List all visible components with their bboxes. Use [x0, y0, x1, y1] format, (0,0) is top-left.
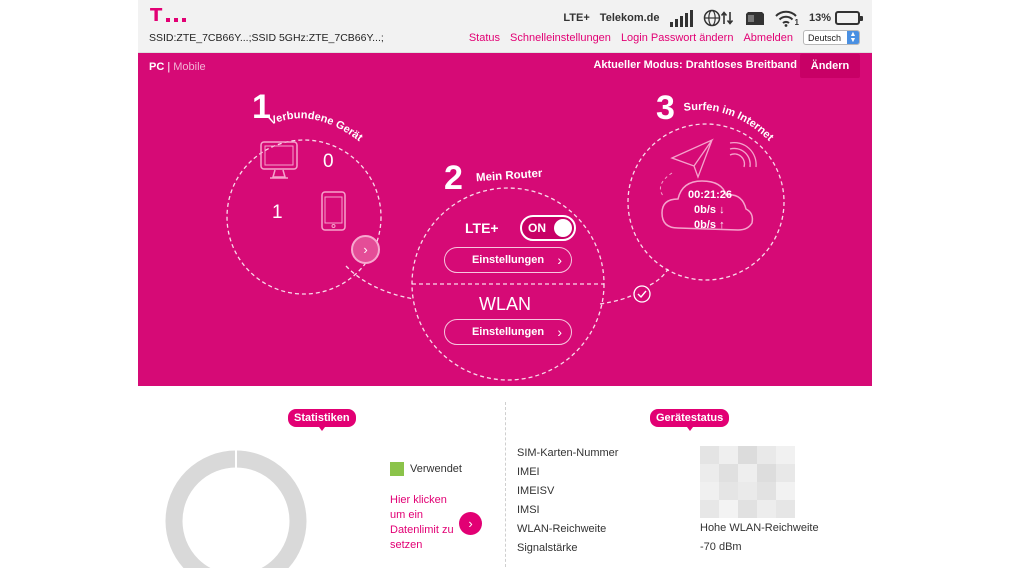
- logo-dot: [182, 18, 187, 22]
- lower-section: Statistiken Verwendet Hier klicken um ei…: [138, 386, 872, 568]
- battery-percent: 13%: [808, 12, 831, 24]
- chevron-right-icon: ›: [557, 252, 562, 268]
- status-label: SIM-Karten-Nummer: [517, 447, 619, 459]
- language-select[interactable]: Deutsch ▲ ▼: [803, 30, 860, 45]
- chevron-right-icon: ›: [557, 324, 562, 340]
- top-header: T SSID:ZTE_7CB66Y...;SSID 5GHz:ZTE_7CB66…: [138, 0, 872, 53]
- data-limit-button[interactable]: ›: [459, 512, 482, 535]
- status-label: IMEISV: [517, 485, 555, 497]
- upload-rate: 0b/s ↑: [694, 219, 725, 231]
- logo-dot: [174, 18, 179, 22]
- nav-login-password[interactable]: Login Passwort ändern: [621, 32, 734, 44]
- lte-label: LTE+: [465, 220, 499, 236]
- nav-status[interactable]: Status: [469, 32, 500, 44]
- used-legend-label: Verwendet: [410, 463, 462, 475]
- language-value: Deutsch: [808, 32, 842, 43]
- wlan-range-value: Hohe WLAN-Reichweite: [700, 522, 819, 534]
- telekom-logo[interactable]: T: [150, 5, 187, 26]
- devices-title: Verbundene Gerät: [268, 109, 365, 144]
- wlan-settings-label: Einstellungen: [471, 326, 545, 338]
- data-limit-link[interactable]: Hier klicken um ein Datenlimit zu setzen: [390, 493, 460, 553]
- logo-dot: [166, 18, 171, 22]
- mobile-phone-icon: [321, 191, 346, 231]
- status-icons: LTE+ Telekom.de 1 13%: [563, 7, 863, 29]
- dashboard-band: PC | Mobile Aktueller Modus: Drahtloses …: [138, 53, 872, 386]
- svg-text:Verbundene Gerät: Verbundene Gerät: [268, 109, 365, 144]
- mobile-device-count: 1: [272, 202, 283, 223]
- sim-card-icon: [745, 11, 764, 25]
- signal-strength-icon: [669, 9, 693, 27]
- internet-globe-icon: [703, 9, 733, 27]
- wifi-status: 1: [774, 10, 799, 27]
- wifi-clients-count: 1: [794, 17, 799, 27]
- wifi-icon: [774, 10, 797, 27]
- toggle-knob: [554, 219, 572, 237]
- section-1-number: 1: [252, 88, 271, 126]
- status-label: Signalstärke: [517, 542, 578, 554]
- top-navigation: Status Schnelleinstellungen Login Passwo…: [469, 30, 860, 45]
- provider-name: Telekom.de: [599, 12, 660, 24]
- status-label: IMEI: [517, 466, 540, 478]
- section-3-number: 3: [656, 89, 675, 127]
- status-label: IMSI: [517, 504, 540, 516]
- wlan-settings-button[interactable]: Einstellungen ›: [444, 319, 572, 345]
- pc-monitor-icon: [260, 141, 298, 179]
- network-type: LTE+: [563, 12, 590, 24]
- ssid-info: SSID:ZTE_7CB66Y...;SSID 5GHz:ZTE_7CB66Y.…: [149, 32, 384, 44]
- battery-status: 13%: [808, 11, 863, 25]
- usage-legend: Verwendet: [390, 462, 462, 476]
- device-status-tag: Gerätestatus: [650, 409, 730, 431]
- statistics-tag: Statistiken: [288, 409, 356, 431]
- chevron-right-icon: ›: [468, 516, 473, 531]
- toggle-state: ON: [528, 221, 546, 235]
- status-label: WLAN-Reichweite: [517, 523, 607, 535]
- section-divider: [505, 402, 506, 568]
- logo-t: T: [150, 5, 163, 26]
- download-rate: 0b/s ↓: [694, 204, 725, 216]
- router-web-ui: T SSID:ZTE_7CB66Y...;SSID 5GHz:ZTE_7CB66…: [138, 0, 872, 568]
- used-swatch: [390, 462, 404, 476]
- device-status-labels: SIM-Karten-Nummer IMEI IMEISV IMSI WLAN-…: [517, 446, 618, 560]
- battery-icon: [835, 11, 863, 25]
- select-arrows-icon: ▲ ▼: [847, 31, 859, 44]
- connected-check-icon: [633, 285, 651, 303]
- pc-device-count: 0: [323, 151, 334, 172]
- signal-strength-value: -70 dBm: [700, 541, 742, 553]
- chevron-right-icon: ›: [363, 242, 368, 257]
- nav-logout[interactable]: Abmelden: [743, 32, 793, 44]
- lte-toggle[interactable]: ON: [520, 215, 576, 241]
- wlan-label: WLAN: [479, 294, 532, 314]
- data-usage-donut: [165, 450, 307, 568]
- device-status-values: Hohe WLAN-Reichweite -70 dBm: [700, 521, 819, 559]
- nav-quick-settings[interactable]: Schnelleinstellungen: [510, 32, 611, 44]
- redacted-values: [700, 446, 795, 518]
- devices-detail-button[interactable]: ›: [351, 235, 380, 264]
- lte-settings-label: Einstellungen: [471, 254, 545, 266]
- section-2-number: 2: [444, 159, 463, 197]
- lte-settings-button[interactable]: Einstellungen ›: [444, 247, 572, 273]
- connection-duration: 00:21:26: [688, 189, 733, 201]
